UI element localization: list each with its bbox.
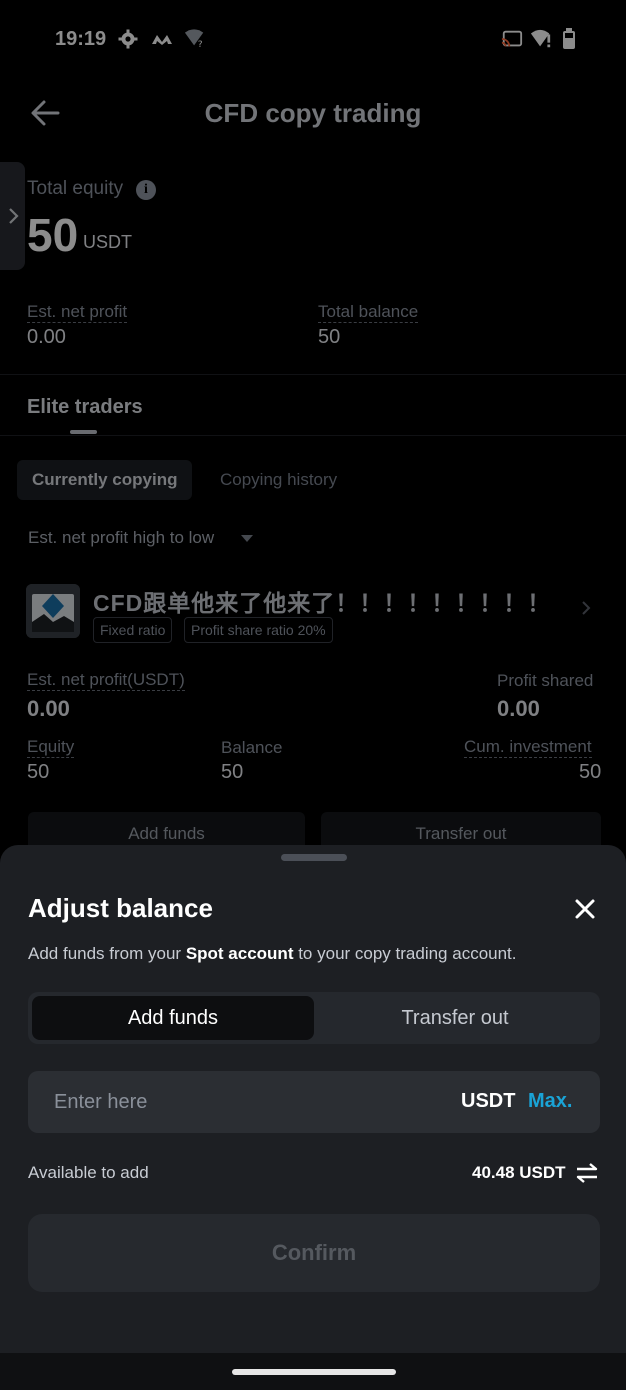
sheet-grabber[interactable] xyxy=(281,854,347,861)
desc-suffix: to your copy trading account. xyxy=(293,944,517,963)
sheet-title: Adjust balance xyxy=(28,893,213,923)
close-icon[interactable] xyxy=(571,895,599,923)
max-button[interactable]: Max. xyxy=(528,1090,572,1113)
transfer-direction-toggle: Add funds Transfer out xyxy=(28,992,600,1044)
amount-field: USDT Max. xyxy=(28,1071,600,1133)
desc-prefix: Add funds from your xyxy=(28,944,186,963)
segment-add-funds[interactable]: Add funds xyxy=(32,996,314,1040)
sheet-description: Add funds from your Spot account to your… xyxy=(28,944,517,964)
segment-transfer-out[interactable]: Transfer out xyxy=(314,996,596,1040)
swap-icon[interactable] xyxy=(575,1162,599,1184)
adjust-balance-sheet: Adjust balance Add funds from your Spot … xyxy=(0,845,626,1390)
available-value: 40.48 USDT xyxy=(472,1163,566,1182)
confirm-button[interactable]: Confirm xyxy=(28,1214,600,1292)
amount-input[interactable] xyxy=(28,1071,428,1133)
amount-unit: USDT xyxy=(461,1090,516,1112)
nav-bar xyxy=(0,1353,626,1390)
home-indicator[interactable] xyxy=(232,1369,396,1375)
available-label: Available to add xyxy=(28,1163,149,1182)
spot-account-text: Spot account xyxy=(185,944,294,963)
